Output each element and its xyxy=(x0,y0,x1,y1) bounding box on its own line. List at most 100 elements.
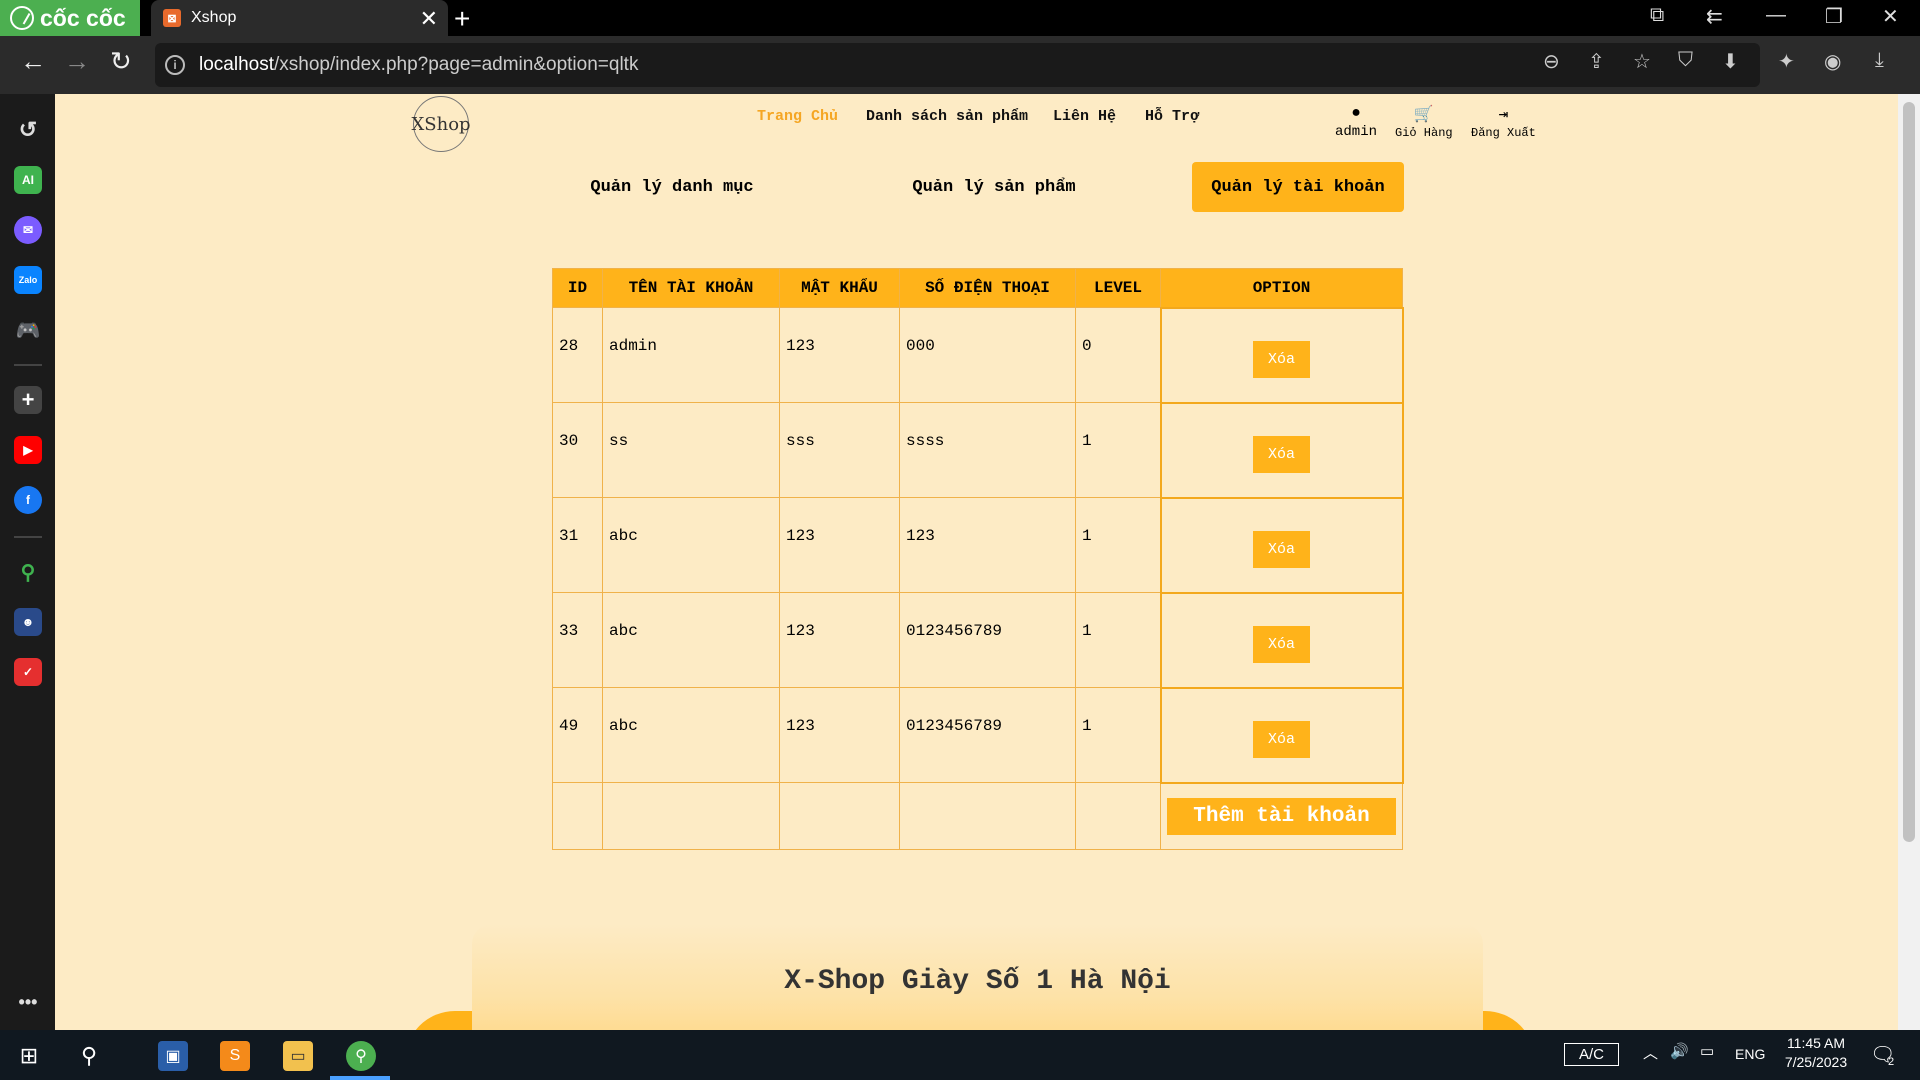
close-tab-icon[interactable]: ✕ xyxy=(420,6,438,32)
computer-app-icon[interactable]: ▣ xyxy=(158,1041,188,1071)
download-media-icon[interactable]: ⬇ xyxy=(1722,49,1739,74)
delete-button[interactable]: Xóa xyxy=(1253,720,1310,758)
clock-time: 11:45 AM xyxy=(1786,1035,1846,1051)
cell-level: 1 xyxy=(1075,687,1161,783)
clock[interactable]: 11:45 AM 7/25/2023 xyxy=(1780,1035,1852,1070)
user-account-link[interactable]: ● admin xyxy=(1335,104,1377,140)
coccoc-menu-button[interactable]: cốc cốc xyxy=(0,0,140,36)
url-host: localhost xyxy=(199,54,274,75)
add-account-button[interactable]: Thêm tài khoản xyxy=(1167,797,1396,835)
extensions-icon[interactable]: ✦ xyxy=(1778,49,1795,74)
more-options-icon[interactable]: ••• xyxy=(14,988,42,1016)
nav-home[interactable]: Trang Chủ xyxy=(757,108,838,125)
zoom-out-icon[interactable]: ⊖ xyxy=(1543,49,1560,74)
cell-phone: 0123456789 xyxy=(899,687,1076,783)
cell-option: Xóa xyxy=(1159,686,1404,784)
game-controller-icon[interactable]: 🎮 xyxy=(14,316,42,344)
nav-products[interactable]: Danh sách sản phẩm xyxy=(866,108,1028,125)
header-password: MẬT KHẨU xyxy=(779,268,900,308)
sublime-text-icon[interactable]: S xyxy=(220,1041,250,1071)
back-button[interactable]: ← xyxy=(20,46,46,77)
windows-taskbar: ⊞ ⚲ ▣ S ▭ ⚲ A/C ︿ 🔊 ▭ ENG 11:45 AM 7/25/… xyxy=(0,1030,1920,1080)
screen-capture-icon[interactable]: ⧉ xyxy=(1650,4,1664,27)
nav-contact[interactable]: Liên Hệ xyxy=(1053,108,1116,125)
profile-icon[interactable]: ◉ xyxy=(1824,49,1841,74)
browser-tab[interactable]: ⊠ Xshop ✕ xyxy=(151,0,448,36)
tab-manage-accounts[interactable]: Quản lý tài khoản xyxy=(1192,162,1404,212)
game-avatar-icon[interactable]: ☻ xyxy=(14,608,42,636)
cell-level: 1 xyxy=(1075,592,1161,688)
adblock-shield-icon[interactable]: ⛉ xyxy=(1678,49,1693,72)
footer-title: X-Shop Giày Số 1 Hà Nội xyxy=(784,966,1171,997)
tab-manage-categories[interactable]: Quản lý danh mục xyxy=(567,162,777,212)
downloads-icon[interactable]: ⤓ xyxy=(1875,49,1884,72)
history-icon[interactable]: ↺ xyxy=(14,116,42,144)
address-bar[interactable]: i localhost /xshop/index.php?page=admin&… xyxy=(155,43,1760,87)
page-scrollbar[interactable] xyxy=(1898,94,1920,1030)
search-icon[interactable]: ⚲ xyxy=(74,1041,104,1071)
table-row: 49 abc 123 0123456789 1 Xóa xyxy=(552,686,1404,784)
cell-option: Xóa xyxy=(1159,496,1404,594)
volume-icon[interactable]: 🔊 xyxy=(1670,1042,1689,1060)
messenger-icon[interactable]: ✉ xyxy=(14,216,42,244)
youtube-icon[interactable]: ▶ xyxy=(14,436,42,464)
table-row: 31 abc 123 123 1 Xóa xyxy=(552,496,1404,594)
ai-chat-icon[interactable]: AI xyxy=(14,166,42,194)
restore-button[interactable]: ❐ xyxy=(1825,4,1843,29)
sidebar-divider xyxy=(14,536,42,538)
bookmark-star-icon[interactable]: ☆ xyxy=(1633,49,1651,74)
language-indicator[interactable]: ENG xyxy=(1735,1046,1765,1062)
tab-list-icon[interactable]: ⇇ xyxy=(1706,4,1723,29)
cell-username: abc xyxy=(602,687,780,783)
coccoc-taskbar-icon[interactable]: ⚲ xyxy=(346,1041,376,1071)
header-id: ID xyxy=(552,268,603,308)
delete-button[interactable]: Xóa xyxy=(1253,340,1310,378)
ac-badge[interactable]: A/C xyxy=(1564,1043,1620,1066)
cell-phone: ssss xyxy=(899,402,1076,498)
cell-phone: 123 xyxy=(899,497,1076,593)
scrollbar-thumb[interactable] xyxy=(1903,102,1915,842)
user-icon: ● xyxy=(1351,104,1361,122)
cell-option: Xóa xyxy=(1159,306,1404,404)
add-sidebar-app-icon[interactable]: + xyxy=(14,386,42,414)
close-window-button[interactable]: ✕ xyxy=(1882,4,1899,29)
table-row: 33 abc 123 0123456789 1 Xóa xyxy=(552,591,1404,689)
nav-support[interactable]: Hỗ Trợ xyxy=(1145,108,1199,125)
file-explorer-icon[interactable]: ▭ xyxy=(283,1041,313,1071)
header-phone: SỐ ĐIỆN THOẠI xyxy=(899,268,1076,308)
cell-level: 0 xyxy=(1075,307,1161,403)
cell-add: Thêm tài khoản xyxy=(1160,782,1403,850)
todo-check-icon[interactable]: ✓ xyxy=(14,658,42,686)
header-username: TÊN TÀI KHOẢN xyxy=(602,268,780,308)
minimize-button[interactable]: — xyxy=(1766,4,1786,27)
cell-password: 123 xyxy=(779,307,900,403)
zalo-icon[interactable]: Zalo xyxy=(14,266,42,294)
share-icon[interactable]: ⇪ xyxy=(1588,49,1605,74)
windows-start-icon[interactable]: ⊞ xyxy=(14,1041,44,1071)
cart-link[interactable]: 🛒 Giỏ Hàng xyxy=(1395,104,1453,140)
tab-manage-products[interactable]: Quản lý sản phẩm xyxy=(889,162,1099,212)
battery-icon[interactable]: ▭ xyxy=(1700,1042,1714,1060)
logout-link[interactable]: ⇥ Đăng Xuất xyxy=(1471,104,1536,140)
site-logo[interactable]: XShop xyxy=(411,96,471,152)
coccoc-extension-icon[interactable]: ⚲ xyxy=(14,558,42,586)
cell-username: abc xyxy=(602,497,780,593)
coccoc-logo-icon xyxy=(10,6,34,30)
delete-button[interactable]: Xóa xyxy=(1253,625,1310,663)
page-content: XShop Trang Chủ Danh sách sản phẩm Liên … xyxy=(55,94,1898,1030)
forward-button[interactable]: → xyxy=(64,46,90,77)
site-info-icon[interactable]: i xyxy=(165,55,185,75)
header-level: LEVEL xyxy=(1075,268,1161,308)
cell-password: 123 xyxy=(779,592,900,688)
new-tab-button[interactable]: + xyxy=(454,3,470,35)
reload-button[interactable]: ↻ xyxy=(110,46,132,77)
cell-id: 49 xyxy=(552,687,603,783)
browser-toolbar: ← → ↻ i localhost /xshop/index.php?page=… xyxy=(0,36,1920,94)
table-header-row: ID TÊN TÀI KHOẢN MẬT KHẨU SỐ ĐIỆN THOẠI … xyxy=(552,268,1403,308)
cell-option: Xóa xyxy=(1159,401,1404,499)
show-hidden-icons-icon[interactable]: ︿ xyxy=(1643,1042,1658,1063)
delete-button[interactable]: Xóa xyxy=(1253,530,1310,568)
delete-button[interactable]: Xóa xyxy=(1253,435,1310,473)
facebook-icon[interactable]: f xyxy=(14,486,42,514)
url-path: /xshop/index.php?page=admin&option=qltk xyxy=(274,54,639,75)
